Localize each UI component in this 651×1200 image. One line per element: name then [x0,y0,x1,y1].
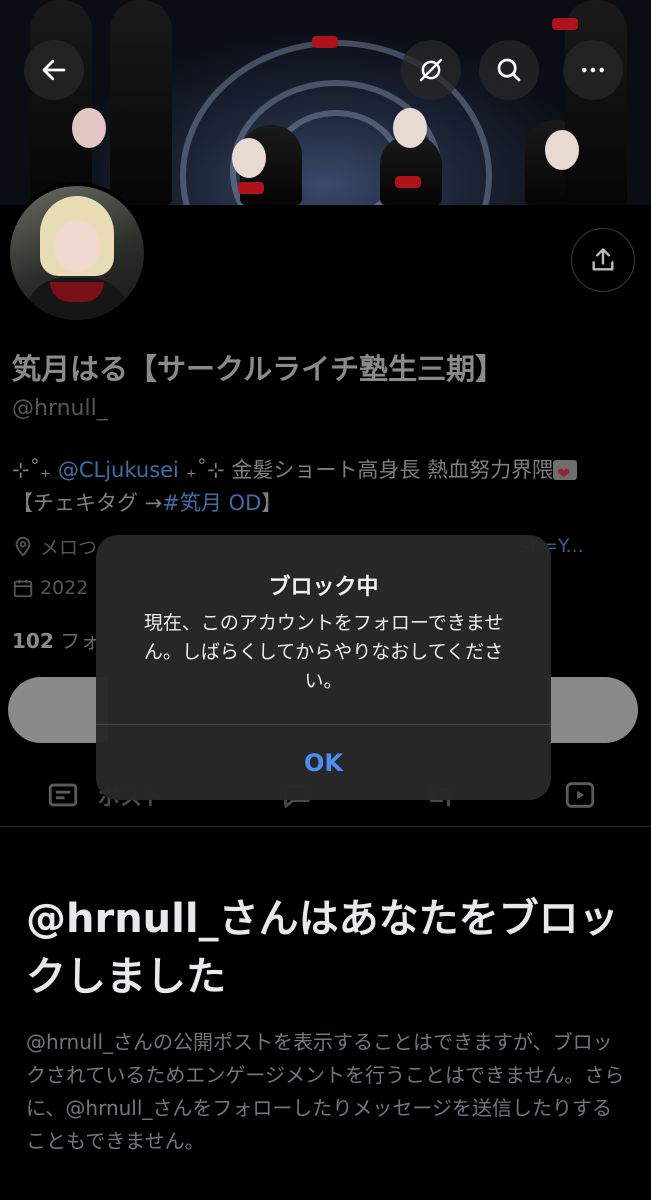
profile-banner [0,0,651,205]
search-icon [497,58,521,82]
ok-button[interactable]: OK [96,725,551,800]
location-row: メロつ [12,533,97,560]
bio-text: ₊˚⊹ 金髪ショート高身長 熱血努力界隈 [178,458,554,482]
calendar-icon [13,579,33,598]
banner-figure [110,0,172,205]
back-button[interactable] [24,40,84,100]
joined-text: 2022 [40,577,89,599]
bio-text: ⊹˚₊ [12,458,58,482]
blocked-description: @hrnull_さんの公開ポストを表示することはできますが、ブロックされているた… [26,1030,625,1153]
arrow-left-icon [42,59,66,81]
banner-figure [565,0,627,205]
following-number: 102 [12,629,54,653]
alert-title: ブロック中 [268,575,379,600]
search-button[interactable] [479,40,539,100]
share-icon [592,248,614,271]
location-text: メロつ [40,537,98,559]
media-tab-icon [565,782,595,808]
banner-bow [552,18,578,30]
banner-bow [395,176,421,188]
bio-hashtag-link[interactable]: #笂月 OD [162,491,261,515]
location-pin-icon [15,536,31,557]
bio-mention-link[interactable]: @CLjukusei [58,458,179,482]
follow-button-edge[interactable] [548,677,638,743]
tab-posts[interactable] [46,778,80,816]
bio-text: 【チェキタグ → [12,491,163,515]
banner-bow [238,182,264,194]
grok-icon [419,58,443,82]
avatar[interactable] [6,182,148,324]
banner-face [232,138,266,178]
more-icon [582,67,604,73]
avatar-image [10,186,144,320]
tab-media[interactable] [563,778,597,816]
more-button[interactable] [563,40,623,100]
profile-bio: ⊹˚₊ @CLjukusei ₊˚⊹ 金髪ショート高身長 熱血努力界隈 【チェキ… [12,454,642,520]
following-count[interactable]: 102 フォ [12,625,100,654]
following-label: フォ [53,629,101,653]
banner-figure [30,0,92,205]
banner-face [393,108,427,148]
blocked-title: @hrnull_さんはあなたをブロックしました [26,896,619,1000]
tabs-divider [0,826,651,827]
alert-message: 現在、このアカウントをフォローできません。しばらくしてからやりなおしてください。 [143,612,504,692]
follow-button[interactable] [8,677,108,743]
grok-button[interactable] [401,40,461,100]
display-name: 笂月はる【サークルライチ塾生三期】 [12,352,505,386]
banner-face [72,108,106,148]
handle: @hrnull_ [12,396,108,421]
joined-row: 2022 [12,577,88,599]
posts-tab-icon [48,783,78,807]
alert-dialog: ブロック中 現在、このアカウントをフォローできません。しばらくしてからやりなおし… [96,535,551,800]
banner-face [545,130,579,170]
bio-text: 】 [261,491,283,515]
heart-emoji-icon [553,457,578,490]
banner-bow [312,36,338,48]
share-button[interactable] [571,228,635,292]
